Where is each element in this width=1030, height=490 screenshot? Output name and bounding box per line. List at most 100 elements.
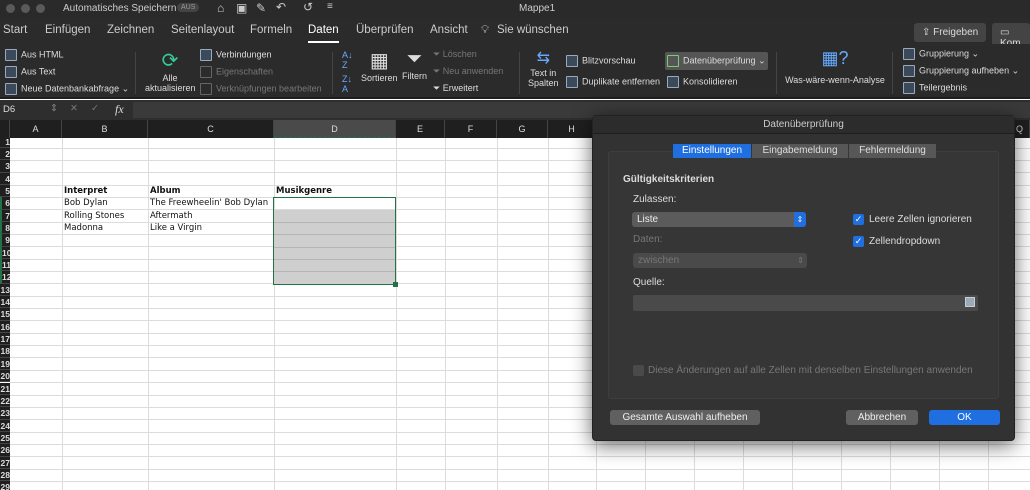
column-header-H[interactable]: H xyxy=(548,120,596,138)
row-header-20[interactable]: 20 xyxy=(0,370,10,383)
tab-fehlermeldung[interactable]: Fehlermeldung xyxy=(849,144,936,158)
connections-button[interactable]: Verbindungen xyxy=(200,49,272,61)
row-header-21[interactable]: 21 xyxy=(0,382,10,395)
remove-duplicates-button[interactable]: Duplikate entfernen xyxy=(566,76,660,88)
undo-icon[interactable]: ↶ xyxy=(276,0,286,14)
row-header-6[interactable]: 6 xyxy=(0,197,10,210)
select-all-corner[interactable] xyxy=(0,120,10,138)
row-header-10[interactable]: 10 xyxy=(0,246,10,259)
row-header-15[interactable]: 15 xyxy=(0,308,10,321)
name-box[interactable]: D6 xyxy=(3,104,15,115)
new-query-button[interactable]: Neue Datenbankabfrage ⌄ xyxy=(5,83,129,95)
row-header-14[interactable]: 14 xyxy=(0,296,10,309)
sort-az-icon[interactable]: A↓ Z xyxy=(342,50,353,70)
advanced-filter-button[interactable]: ⏷ Erweitert xyxy=(433,83,478,94)
cell-C7[interactable]: Aftermath xyxy=(150,211,192,221)
aus-html-button[interactable]: Aus HTML xyxy=(5,49,64,61)
cell-C6[interactable]: The Freewheelin' Bob Dylan xyxy=(150,198,268,208)
clear-all-button[interactable]: Gesamte Auswahl aufheben xyxy=(610,410,760,425)
consolidate-button[interactable]: Konsolidieren xyxy=(667,76,738,88)
row-header-11[interactable]: 11 xyxy=(0,259,10,272)
tab-zeichnen[interactable]: Zeichnen xyxy=(107,24,154,36)
save-icon[interactable]: ▣ xyxy=(236,1,247,15)
row-header-23[interactable]: 23 xyxy=(0,407,10,420)
minimize-window-button[interactable] xyxy=(21,4,30,13)
cell-D5[interactable]: Musikgenre xyxy=(276,186,332,196)
row-header-16[interactable]: 16 xyxy=(0,320,10,334)
apply-all-checkbox[interactable] xyxy=(633,365,644,376)
row-header-19[interactable]: 19 xyxy=(0,357,10,371)
row-header-24[interactable]: 24 xyxy=(0,419,10,432)
data-validation-button[interactable]: Datenüberprüfung ⌄ xyxy=(665,52,768,70)
column-header-C[interactable]: C xyxy=(148,120,274,138)
cancel-button[interactable]: Abbrechen xyxy=(846,410,918,425)
refresh-all-button[interactable]: ⟳ Alle aktualisieren xyxy=(145,48,196,93)
row-header-12[interactable]: 12 xyxy=(0,271,10,284)
tab-daten[interactable]: Daten xyxy=(308,24,339,43)
row-header-8[interactable]: 8 xyxy=(0,221,10,235)
subtotal-button[interactable]: Teilergebnis xyxy=(903,82,967,94)
fill-handle[interactable] xyxy=(393,281,398,287)
column-header-E[interactable]: E xyxy=(396,120,445,138)
cancel-icon[interactable]: ✕ xyxy=(70,103,78,114)
customize-toolbar-icon[interactable]: ≡ xyxy=(327,1,333,12)
cell-B5[interactable]: Interpret xyxy=(64,186,107,196)
column-header-B[interactable]: B xyxy=(62,120,148,138)
tab-ueberpruefen[interactable]: Überprüfen xyxy=(356,24,414,36)
tell-me-search[interactable]: Sie wünschen xyxy=(497,24,569,36)
home-icon[interactable]: ⌂ xyxy=(217,1,224,15)
reapply-button[interactable]: ⏷ Neu anwenden xyxy=(433,66,503,77)
edit-links-button[interactable]: Verknüpfungen bearbeiten xyxy=(200,83,322,95)
column-header-D[interactable]: D xyxy=(274,120,396,138)
column-header-F[interactable]: F xyxy=(445,120,497,138)
cell-B6[interactable]: Bob Dylan xyxy=(64,198,108,208)
data-select[interactable]: zwischen ⇕ xyxy=(633,253,807,268)
sort-za-icon[interactable]: Z↓ A xyxy=(342,74,352,94)
cell-B7[interactable]: Rolling Stones xyxy=(64,211,124,221)
row-header-3[interactable]: 3 xyxy=(0,160,10,173)
tab-einstellungen[interactable]: Einstellungen xyxy=(673,144,751,158)
ok-button[interactable]: OK xyxy=(929,410,1000,425)
row-header-5[interactable]: 5 xyxy=(0,184,10,198)
row-header-18[interactable]: 18 xyxy=(0,345,10,358)
row-header-7[interactable]: 7 xyxy=(0,209,10,222)
tab-einfuegen[interactable]: Einfügen xyxy=(45,24,90,36)
row-header-27[interactable]: 27 xyxy=(0,456,10,469)
group-button[interactable]: Gruppierung ⌄ xyxy=(903,48,979,60)
tab-ansicht[interactable]: Ansicht xyxy=(430,24,468,36)
properties-button[interactable]: Eigenschaften xyxy=(200,66,273,78)
tab-formeln[interactable]: Formeln xyxy=(250,24,292,36)
flash-fill-button[interactable]: Blitzvorschau xyxy=(566,55,636,67)
name-box-stepper-icon[interactable]: ⇕ xyxy=(50,103,58,114)
allow-select[interactable]: Liste ⇕ xyxy=(632,212,806,227)
filter-button[interactable]: ⏷ Filtern xyxy=(402,48,427,81)
row-header-4[interactable]: 4 xyxy=(0,172,10,185)
row-header-29[interactable]: 29 xyxy=(0,481,10,490)
what-if-button[interactable]: ▦? Was-wäre-wenn-Analyse xyxy=(785,48,885,85)
tab-seitenlayout[interactable]: Seitenlayout xyxy=(171,24,234,36)
row-header-26[interactable]: 26 xyxy=(0,444,10,457)
tab-eingabemeldung[interactable]: Eingabemeldung xyxy=(752,144,848,158)
function-icon[interactable]: fx xyxy=(115,102,124,117)
share-button[interactable]: ⇪ Freigeben xyxy=(914,23,987,42)
confirm-icon[interactable]: ✓ xyxy=(91,103,99,114)
zoom-window-button[interactable] xyxy=(36,4,45,13)
edit-icon[interactable]: ✎ xyxy=(256,1,266,15)
range-picker-icon[interactable] xyxy=(965,297,975,307)
redo-icon[interactable]: ↺ xyxy=(303,0,313,14)
column-header-A[interactable]: A xyxy=(10,120,62,138)
aus-text-button[interactable]: Aus Text xyxy=(5,66,55,78)
autosave-toggle[interactable]: AUS xyxy=(177,3,200,12)
cell-B8[interactable]: Madonna xyxy=(64,223,103,233)
row-header-28[interactable]: 28 xyxy=(0,468,10,482)
close-window-button[interactable] xyxy=(6,4,15,13)
cell-C5[interactable]: Album xyxy=(150,186,181,196)
row-header-25[interactable]: 25 xyxy=(0,431,10,445)
tab-start[interactable]: Start xyxy=(3,24,27,36)
row-header-2[interactable]: 2 xyxy=(0,147,10,161)
row-header-9[interactable]: 9 xyxy=(0,234,10,247)
row-header-17[interactable]: 17 xyxy=(0,333,10,346)
cell-C8[interactable]: Like a Virgin xyxy=(150,223,202,233)
ungroup-button[interactable]: Gruppierung aufheben ⌄ xyxy=(903,65,1019,77)
row-header-13[interactable]: 13 xyxy=(0,283,10,297)
